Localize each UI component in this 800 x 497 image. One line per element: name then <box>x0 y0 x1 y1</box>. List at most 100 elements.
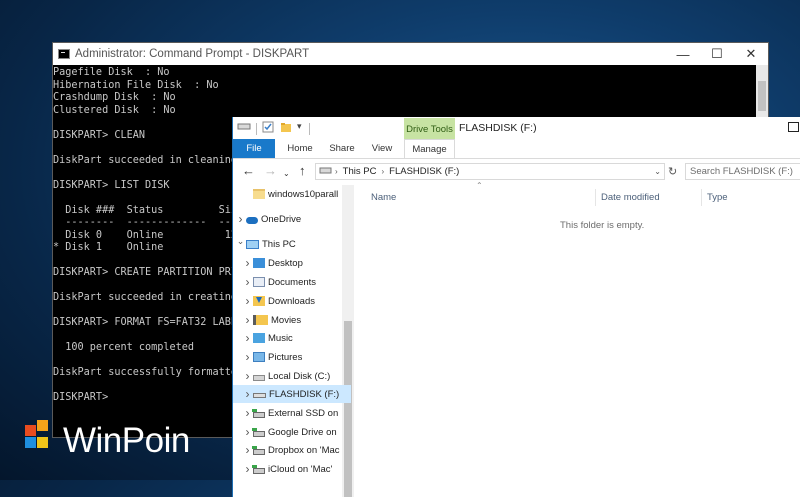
network-drive-icon <box>252 427 265 437</box>
chevron-right-icon[interactable]: › <box>235 212 246 226</box>
maximize-icon[interactable] <box>788 122 799 132</box>
nav-item[interactable]: › Music <box>233 329 351 347</box>
tab-manage[interactable]: Manage <box>404 139 455 158</box>
nav-item-label: Dropbox on 'Mac <box>268 444 340 456</box>
drive-icon <box>237 121 251 131</box>
onedrive-icon <box>246 217 258 224</box>
column-header-type[interactable]: Type <box>707 189 728 205</box>
chevron-right-icon[interactable]: › <box>242 331 253 345</box>
nav-item[interactable]: › Dropbox on 'Mac <box>233 441 351 459</box>
chevron-right-icon[interactable]: › <box>242 275 253 289</box>
nav-item[interactable]: ⌄ This PC <box>233 235 344 253</box>
desktop-icon <box>253 258 265 268</box>
tab-file[interactable]: File <box>233 139 275 158</box>
refresh-icon[interactable]: ↻ <box>668 165 677 179</box>
ribbon-tabs: File Home Share View Manage <box>233 139 800 159</box>
logo-square <box>37 437 48 448</box>
maximize-button[interactable]: ☐ <box>700 43 734 65</box>
column-divider[interactable] <box>595 189 596 206</box>
breadcrumb-chevron-icon[interactable]: › <box>335 167 338 176</box>
nav-item-label: Desktop <box>268 257 303 269</box>
navigation-bar: ← → ⌄ ↑ › This PC › FLASHDISK (F:) ⌄ ↻ S… <box>233 159 800 185</box>
chevron-right-icon[interactable]: › <box>242 369 253 383</box>
nav-item-label: windows10parall <box>268 188 339 200</box>
chevron-right-icon[interactable]: › <box>242 256 253 270</box>
minimize-button[interactable]: — <box>666 43 700 65</box>
network-drive-icon <box>252 445 265 455</box>
cmd-window-title: Administrator: Command Prompt - DISKPART <box>75 48 310 60</box>
drive-tools-contextual-tab: Drive Tools <box>404 118 455 140</box>
tab-share[interactable]: Share <box>325 139 359 158</box>
nav-item-label: Music <box>268 332 293 344</box>
nav-item[interactable]: windows10parall <box>233 185 351 203</box>
nav-item[interactable]: › Desktop <box>233 254 351 272</box>
chevron-right-icon[interactable]: › <box>242 313 253 327</box>
forward-arrow-icon[interactable]: → <box>264 164 277 178</box>
nav-item[interactable]: › Google Drive on <box>233 423 351 441</box>
nav-item-label: This PC <box>262 238 296 250</box>
cmd-scroll-thumb[interactable] <box>758 81 766 111</box>
file-explorer-window[interactable]: ▾ Drive Tools FLASHDISK (F:) File Home S… <box>232 117 800 497</box>
nav-item-label: FLASHDISK (F:) <box>269 388 340 400</box>
nav-item[interactable]: › Movies <box>233 311 351 329</box>
chevron-right-icon[interactable]: › <box>242 350 253 364</box>
nav-item-label: Pictures <box>268 351 303 363</box>
tab-home[interactable]: Home <box>283 139 317 158</box>
nav-item[interactable]: › External SSD on <box>233 404 351 422</box>
column-header-date-modified[interactable]: Date modified <box>601 189 660 205</box>
console-line: Clustered Disk : No <box>53 104 176 116</box>
back-arrow-icon[interactable]: ← <box>242 164 255 178</box>
nav-item[interactable]: › iCloud on 'Mac' <box>233 460 351 478</box>
file-list-pane[interactable]: ⌃ Name Date modified Type This folder is… <box>356 181 800 497</box>
nav-item[interactable]: › Local Disk (C:) <box>233 367 351 385</box>
drive-icon <box>319 166 332 178</box>
up-arrow-icon[interactable]: ↑ <box>299 164 306 178</box>
folder-pale-icon <box>253 189 265 199</box>
explorer-titlebar[interactable]: ▾ Drive Tools FLASHDISK (F:) <box>233 117 800 140</box>
nav-item-label: iCloud on 'Mac' <box>268 463 333 475</box>
network-drive-icon <box>252 464 265 474</box>
documents-icon <box>253 277 265 287</box>
close-button[interactable]: ✕ <box>734 43 768 65</box>
properties-icon[interactable] <box>262 121 274 133</box>
console-line: Hibernation File Disk : No <box>53 79 219 91</box>
chevron-down-icon[interactable]: ⌄ <box>235 236 246 247</box>
navigation-pane[interactable]: windows10parall › OneDrive ⌄ This PC › Desktop… <box>233 185 354 497</box>
chevron-right-icon[interactable]: › <box>242 387 253 401</box>
console-line: Pagefile Disk : No <box>53 67 170 78</box>
recent-locations-chevron-icon[interactable]: ⌄ <box>283 167 290 181</box>
console-line: Crashdump Disk : No <box>53 92 176 103</box>
breadcrumb-current[interactable]: FLASHDISK (F:) <box>389 166 459 177</box>
cmd-titlebar[interactable]: Administrator: Command Prompt - DISKPART… <box>53 43 768 65</box>
nav-item[interactable]: › Pictures <box>233 348 351 366</box>
chevron-right-icon[interactable]: › <box>242 294 253 308</box>
nav-item[interactable]: › Downloads <box>233 292 351 310</box>
nav-item-label: External SSD on <box>268 407 339 419</box>
network-drive-icon <box>252 408 265 418</box>
explorer-window-title: FLASHDISK (F:) <box>459 122 537 134</box>
sort-ascending-icon: ⌃ <box>476 181 483 190</box>
new-folder-icon[interactable] <box>280 121 292 133</box>
winpoin-wordmark: WinPoin <box>63 421 190 460</box>
downloads-icon <box>253 296 265 306</box>
movies-icon <box>253 315 268 325</box>
nav-item[interactable]: › FLASHDISK (F:) <box>233 385 351 403</box>
music-icon <box>253 333 265 343</box>
breadcrumb-chevron-icon[interactable]: › <box>381 167 384 176</box>
tab-view[interactable]: View <box>366 139 398 158</box>
address-bar[interactable]: › This PC › FLASHDISK (F:) ⌄ <box>315 163 665 180</box>
nav-item[interactable]: › Documents <box>233 273 351 291</box>
nav-item-label: Downloads <box>268 295 315 307</box>
column-header-name[interactable]: Name <box>371 189 396 205</box>
nav-item-label: Google Drive on <box>268 426 337 438</box>
nav-item-label: Movies <box>271 314 302 326</box>
search-input[interactable]: Search FLASHDISK (F:) <box>685 163 800 180</box>
breadcrumb-this-pc[interactable]: This PC <box>343 166 377 177</box>
logo-square <box>37 420 48 431</box>
nav-item[interactable]: › OneDrive <box>233 210 344 228</box>
pictures-icon <box>253 352 265 362</box>
cmd-app-icon <box>58 49 70 59</box>
customize-qa-dropdown-icon[interactable]: ▾ <box>297 121 302 132</box>
column-divider[interactable] <box>701 189 702 206</box>
address-dropdown-chevron-icon[interactable]: ⌄ <box>654 167 661 176</box>
